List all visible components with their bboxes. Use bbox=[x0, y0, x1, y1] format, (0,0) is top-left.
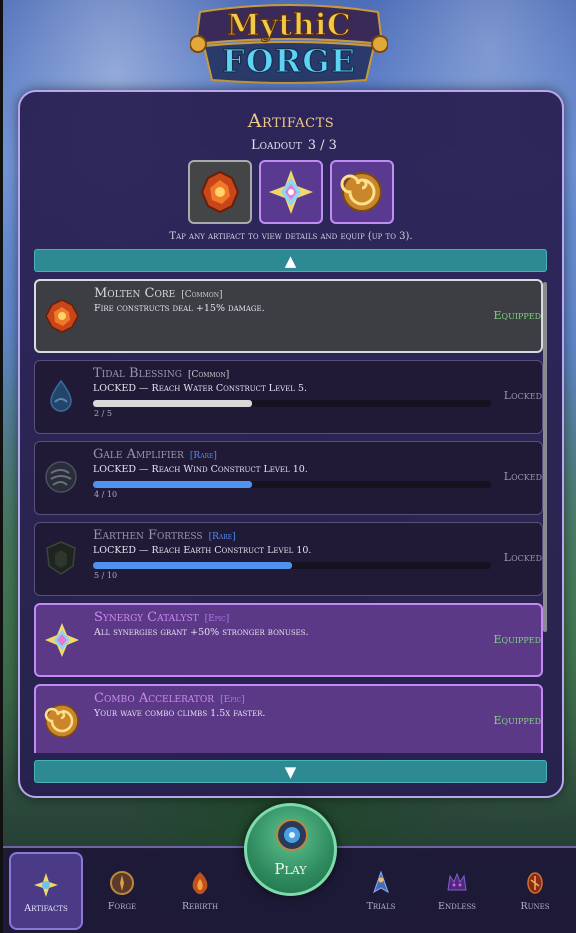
artifacts-panel: Artifacts Loadout 3 / 3 Tap any artifact… bbox=[18, 90, 564, 798]
loadout-slot-1[interactable] bbox=[188, 160, 252, 224]
panel-title: Artifacts bbox=[247, 110, 335, 132]
game-logo: MythiC FORGE bbox=[189, 4, 389, 84]
loadout-slot-3[interactable] bbox=[330, 160, 394, 224]
artifact-card-tidal-blessing[interactable]: Tidal Blessing [Common] LOCKED — Reach Wa… bbox=[34, 360, 543, 434]
artifact-name: Combo Accelerator [Epic] bbox=[94, 691, 245, 706]
molten-core-icon bbox=[45, 299, 79, 333]
logo-title-bottom: FORGE bbox=[221, 41, 356, 80]
unlock-progress-bar bbox=[93, 400, 491, 407]
nav-forge[interactable]: Forge bbox=[87, 848, 157, 933]
status-locked: Locked bbox=[503, 389, 542, 402]
nav-runes[interactable]: Runes bbox=[500, 848, 570, 933]
synergy-catalyst-icon bbox=[269, 170, 313, 214]
rarity-badge: [Rare] bbox=[189, 451, 217, 461]
artifact-name-text: Synergy Catalyst bbox=[94, 610, 199, 625]
nav-label: Rebirth bbox=[181, 901, 219, 912]
artifact-name: Gale Amplifier [Rare] bbox=[93, 447, 217, 462]
loadout-slot-2[interactable] bbox=[259, 160, 323, 224]
artifact-list[interactable]: Molten Core [Common] Fire constructs deal… bbox=[34, 279, 547, 753]
artifact-card-molten-core[interactable]: Molten Core [Common] Fire constructs deal… bbox=[34, 279, 543, 353]
artifact-name: Synergy Catalyst [Epic] bbox=[94, 610, 229, 625]
artifact-name-text: Combo Accelerator bbox=[94, 691, 215, 706]
progress-text: 2 / 5 bbox=[94, 409, 112, 418]
combo-accelerator-icon bbox=[44, 704, 79, 738]
unlock-progress-bar bbox=[93, 562, 491, 569]
artifact-name: Molten Core [Common] bbox=[94, 286, 222, 301]
artifact-name-text: Gale Amplifier bbox=[93, 447, 184, 462]
left-edge bbox=[0, 0, 3, 933]
synergy-catalyst-icon bbox=[45, 623, 79, 657]
artifact-name: Tidal Blessing [Common] bbox=[93, 366, 229, 381]
equip-hint: Tap any artifact to view details and equ… bbox=[169, 231, 413, 242]
nav-trials[interactable]: Trials bbox=[346, 848, 416, 933]
status-equipped: Equipped bbox=[493, 309, 541, 322]
gale-amplifier-icon bbox=[45, 461, 77, 493]
artifact-name-text: Tidal Blessing bbox=[93, 366, 182, 381]
artifact-description: Fire constructs deal +15% damage. bbox=[94, 303, 265, 314]
rarity-badge: [Common] bbox=[187, 370, 230, 380]
status-equipped: Equipped bbox=[493, 714, 541, 727]
rarity-badge: [Rare] bbox=[208, 532, 236, 542]
play-label: Play bbox=[274, 860, 307, 878]
combo-accelerator-icon bbox=[340, 172, 382, 212]
play-button[interactable]: Play bbox=[244, 803, 337, 896]
loadout-indicator: Loadout 3 / 3 bbox=[20, 138, 562, 153]
nav-label: Forge bbox=[107, 901, 137, 912]
artifact-description: LOCKED — Reach Earth Construct Level 10. bbox=[93, 545, 312, 556]
artifact-description: All synergies grant +50% stronger bonuse… bbox=[94, 627, 309, 638]
logo-title-top: MythiC bbox=[226, 7, 352, 43]
artifact-card-earthen-fortress[interactable]: Earthen Fortress [Rare] LOCKED — Reach Ea… bbox=[34, 522, 543, 596]
nav-rebirth[interactable]: Rebirth bbox=[165, 848, 235, 933]
artifact-description: LOCKED — Reach Water Construct Level 5. bbox=[93, 383, 307, 394]
unlock-progress-bar bbox=[93, 481, 491, 488]
nav-label: Trials bbox=[366, 901, 396, 912]
artifact-description: Your wave combo climbs 1.5x faster. bbox=[94, 708, 266, 719]
nav-label: Runes bbox=[520, 901, 550, 912]
endless-icon bbox=[447, 872, 467, 891]
artifact-name-text: Molten Core bbox=[94, 286, 176, 301]
trials-icon bbox=[373, 870, 389, 894]
progress-fill bbox=[93, 400, 253, 407]
progress-fill bbox=[93, 481, 253, 488]
rebirth-icon bbox=[192, 872, 208, 895]
artifact-icon bbox=[34, 873, 58, 897]
earthen-fortress-icon bbox=[46, 541, 76, 575]
loadout-label: Loadout bbox=[251, 138, 302, 153]
loadout-value: 3 / 3 bbox=[307, 138, 337, 153]
tidal-blessing-icon bbox=[50, 379, 72, 412]
nav-label: Endless bbox=[438, 901, 476, 912]
scroll-down-button[interactable]: ▼ bbox=[34, 760, 547, 783]
scroll-up-button[interactable]: ▲ bbox=[34, 249, 547, 272]
rarity-badge: [Epic] bbox=[220, 695, 245, 705]
play-icon bbox=[276, 819, 308, 851]
runes-icon bbox=[527, 872, 543, 894]
progress-fill bbox=[93, 562, 292, 569]
list-scrollbar[interactable] bbox=[543, 282, 547, 632]
status-equipped: Equipped bbox=[493, 633, 541, 646]
progress-text: 4 / 10 bbox=[94, 490, 118, 499]
forge-icon bbox=[110, 871, 134, 895]
artifact-card-synergy-catalyst[interactable]: Synergy Catalyst [Epic] All synergies gra… bbox=[34, 603, 543, 677]
artifact-card-combo-accelerator[interactable]: Combo Accelerator [Epic] Your wave combo … bbox=[34, 684, 543, 753]
status-locked: Locked bbox=[503, 551, 542, 564]
rarity-badge: [Epic] bbox=[204, 614, 230, 624]
artifact-name-text: Earthen Fortress bbox=[93, 528, 203, 543]
molten-core-icon bbox=[200, 170, 240, 214]
nav-endless[interactable]: Endless bbox=[422, 848, 492, 933]
status-locked: Locked bbox=[503, 470, 542, 483]
artifact-card-gale-amplifier[interactable]: Gale Amplifier [Rare] LOCKED — Reach Wind… bbox=[34, 441, 543, 515]
nav-label: Artifacts bbox=[24, 903, 68, 914]
rarity-badge: [Common] bbox=[181, 290, 223, 300]
artifact-name: Earthen Fortress [Rare] bbox=[93, 528, 236, 543]
artifact-description: LOCKED — Reach Wind Construct Level 10. bbox=[93, 464, 308, 475]
loadout-slots bbox=[188, 160, 394, 224]
progress-text: 5 / 10 bbox=[94, 571, 118, 580]
nav-artifacts[interactable]: Artifacts bbox=[9, 852, 83, 930]
